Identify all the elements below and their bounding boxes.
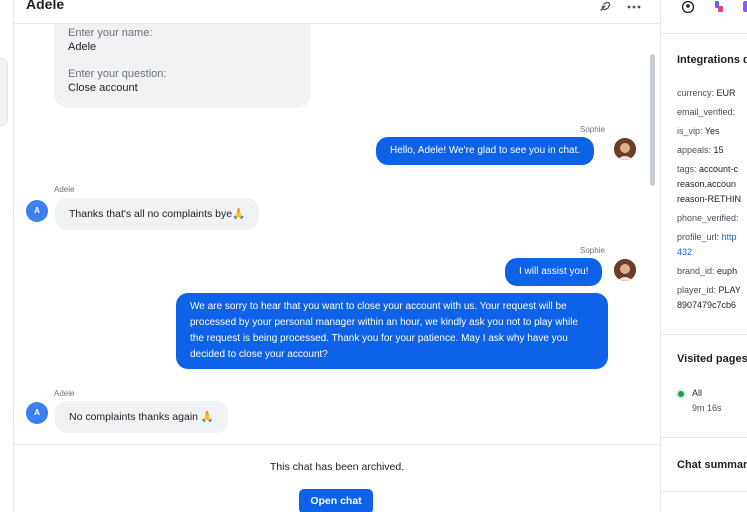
details-tabs (661, 0, 747, 34)
visited-page-label: All (692, 388, 703, 398)
attr-value: EUR (716, 88, 736, 98)
message-sender: Sophie (580, 125, 605, 134)
chat-footer: This chat has been archived. Open chat (14, 444, 660, 512)
attribute-row: 8907479c7cb6 (677, 298, 736, 313)
attribute-row: email_verified: (677, 105, 735, 120)
message-sender: Adele (54, 185, 75, 194)
agent-avatar (614, 259, 636, 281)
sidebar-collapse-handle[interactable] (0, 58, 8, 126)
attr-key: tags: (677, 164, 697, 174)
chat-scrollbar[interactable] (650, 54, 655, 186)
attribute-row: currency: EUR (677, 86, 736, 101)
chat-title: Adele (26, 0, 65, 12)
attr-key: profile_url: (677, 232, 720, 242)
customer-message-bubble: Thanks that's all no complaints bye🙏 (55, 198, 260, 230)
attribute-row: 432 (677, 245, 692, 260)
visited-page-time: 9m 16s (692, 403, 722, 413)
attribute-row: profile_url: http (677, 230, 737, 245)
attr-key: currency: (677, 88, 715, 98)
attribute-row: tags: account-c (677, 162, 738, 177)
integrations-title: Integrations d (677, 54, 747, 66)
attribute-row: phone_verified: (677, 211, 739, 226)
attr-value: PLAY (718, 285, 741, 295)
customer-avatar: A (26, 402, 48, 424)
chat-header: Adele (14, 0, 660, 24)
attr-key: phone_verified: (677, 213, 739, 223)
message-sender: Sophie (580, 246, 605, 255)
attribute-row: is_vip: Yes (677, 124, 720, 139)
attr-key: email_verified: (677, 107, 736, 117)
question-label: Enter your question: (68, 68, 167, 80)
attr-value: 15 (713, 145, 724, 155)
attr-key: brand_id: (677, 266, 715, 276)
visited-page-item: All (692, 386, 702, 401)
customer-message-bubble: No complaints thanks again 🙏 (55, 401, 228, 433)
agent-message-bubble: I will assist you! (505, 258, 603, 286)
chat-messages[interactable]: Enter your name: Adele Enter your questi… (14, 24, 660, 444)
user-circle-icon[interactable] (681, 0, 695, 14)
attr-value: Yes (704, 126, 720, 136)
attr-key: is_vip: (677, 126, 703, 136)
details-panel: Integrations d currency: EUR email_verif… (660, 0, 747, 512)
attr-key: player_id: (677, 285, 717, 295)
agent-message-bubble: Hello, Adele! We're glad to see you in c… (376, 137, 595, 165)
integration-icon[interactable] (713, 0, 727, 14)
attribute-row: reason-RETHIN (677, 192, 741, 207)
archived-notice: This chat has been archived. (269, 461, 405, 473)
agent-message-bubble: We are sorry to hear that you want to cl… (176, 293, 608, 369)
section-divider (661, 437, 747, 438)
chat-app: Adele Enter your name: Adele Enter your … (0, 0, 747, 512)
online-status-dot (678, 391, 684, 397)
question-value: Close account (68, 82, 138, 94)
attr-value: reason,accoun (677, 179, 737, 189)
profile-url-link[interactable]: http (722, 232, 737, 242)
section-divider (661, 491, 747, 492)
attr-value: reason-RETHIN (677, 194, 742, 204)
link-icon[interactable] (599, 0, 613, 14)
attr-key: appeals: (677, 145, 712, 155)
attr-value: account-c (699, 164, 739, 174)
left-sidebar-strip (0, 0, 14, 512)
attribute-row: player_id: PLAY (677, 283, 741, 298)
document-icon[interactable] (743, 0, 747, 14)
open-chat-button[interactable]: Open chat (299, 489, 373, 512)
name-label: Enter your name: (68, 27, 153, 39)
chat-summary-title[interactable]: Chat summar (677, 459, 747, 471)
attr-value: 8907479c7cb6 (677, 300, 737, 310)
pre-chat-form-bubble: Enter your name: Adele Enter your questi… (54, 24, 311, 108)
customer-avatar: A (26, 200, 48, 222)
attribute-row: reason,accoun (677, 177, 736, 192)
more-icon[interactable] (626, 0, 642, 14)
visited-pages-title: Visited pages (677, 353, 747, 365)
section-divider (661, 334, 747, 335)
message-sender: Adele (54, 389, 75, 398)
name-value: Adele (68, 41, 97, 53)
attr-value: euph (717, 266, 738, 276)
profile-url-link[interactable]: 432 (677, 247, 692, 257)
attribute-row: brand_id: euph (677, 264, 737, 279)
agent-avatar (614, 138, 636, 160)
attribute-row: appeals: 15 (677, 143, 724, 158)
